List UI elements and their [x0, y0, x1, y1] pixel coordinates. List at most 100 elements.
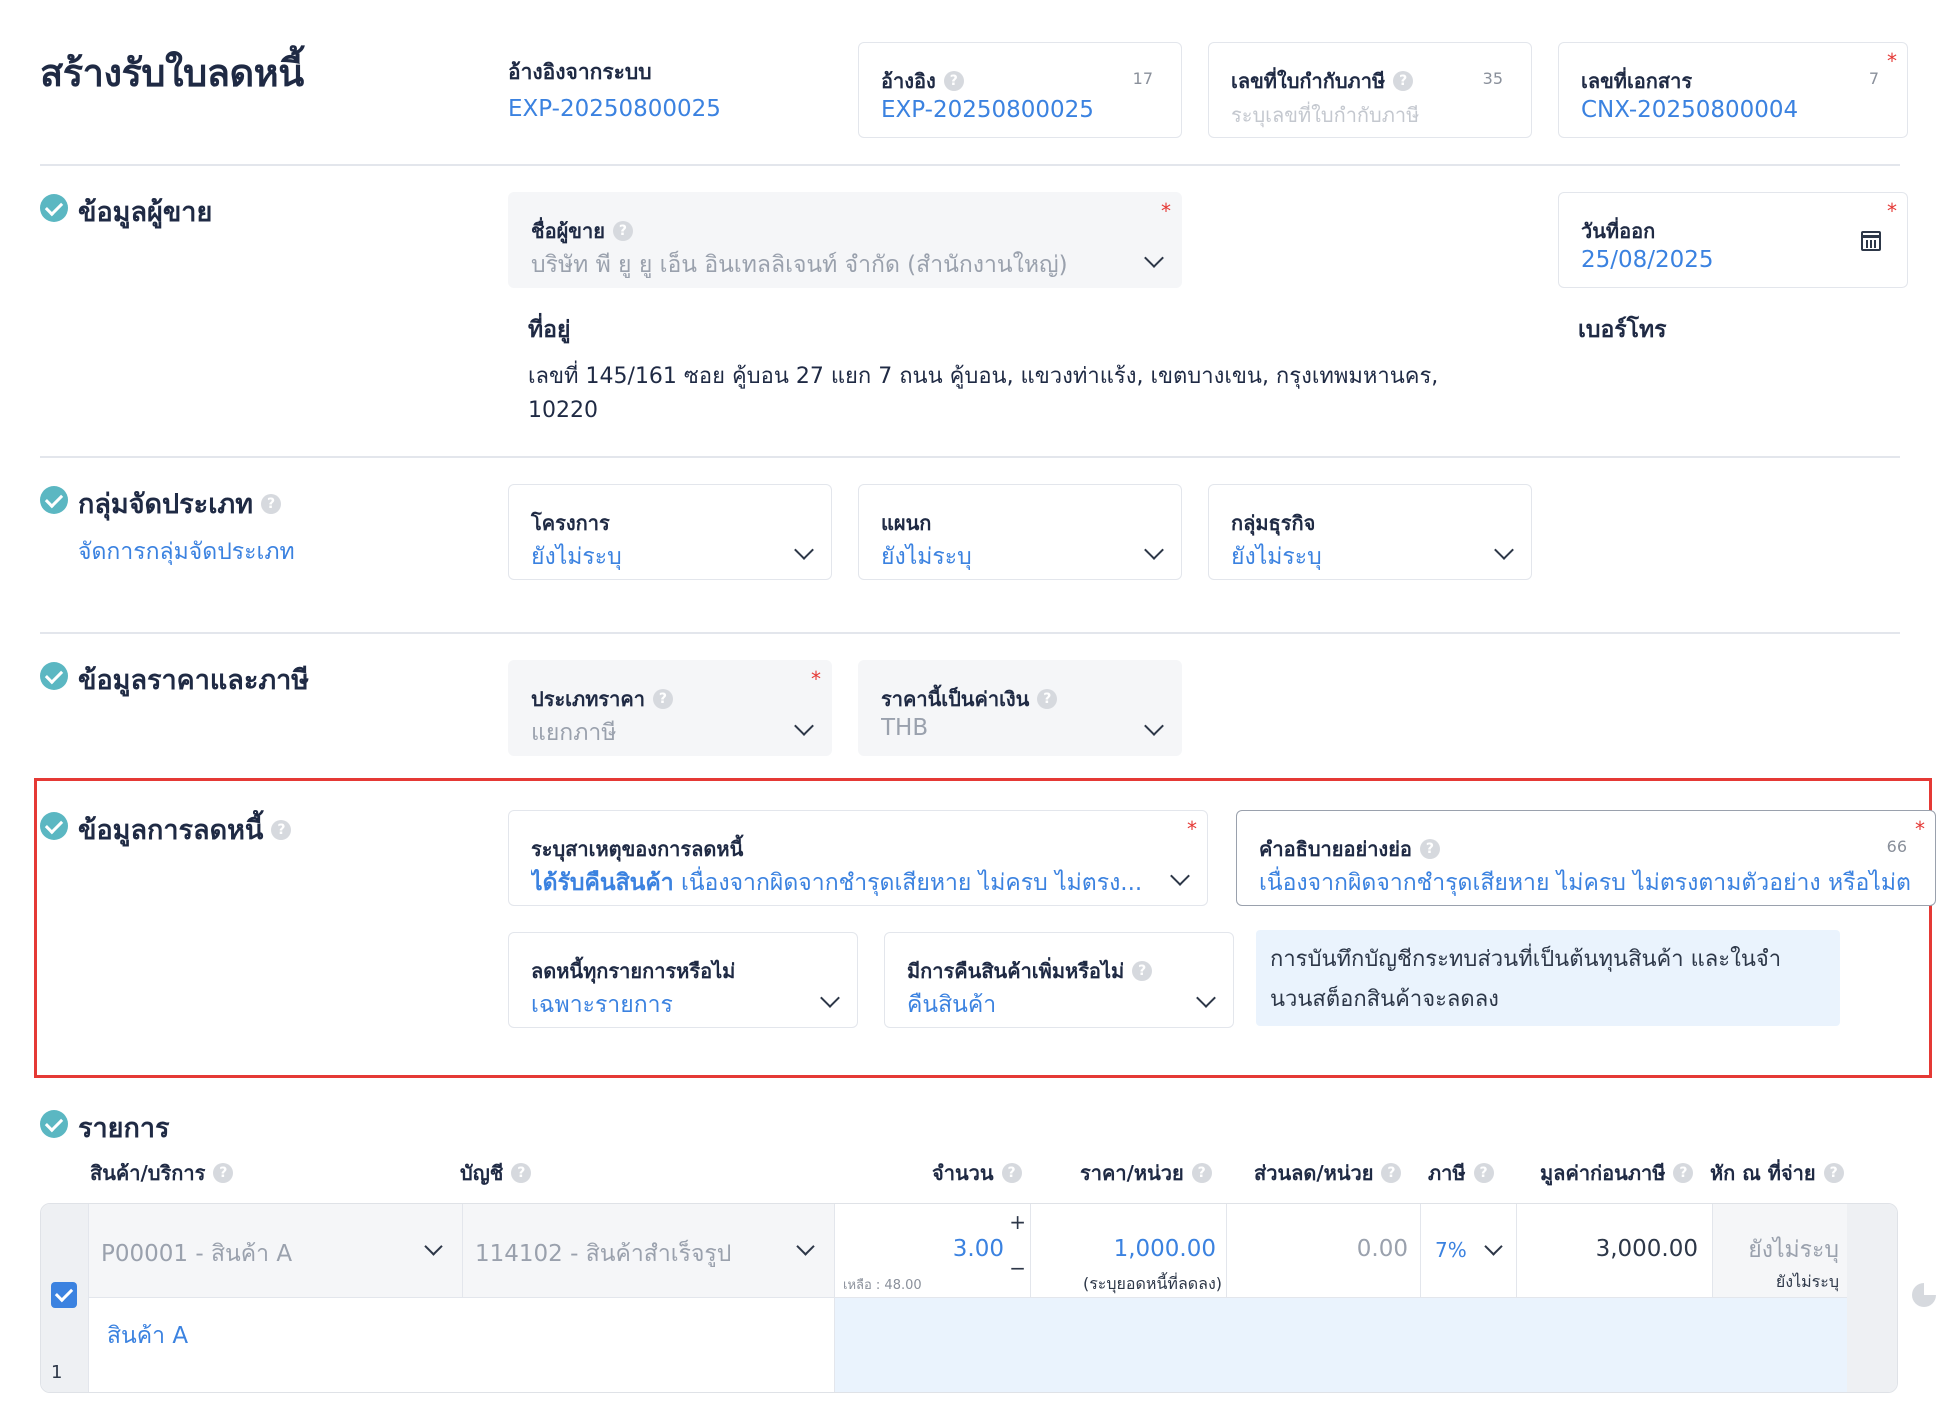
- document-no-count: 7: [1868, 69, 1879, 88]
- qty-cell[interactable]: 3.00 + − เหลือ : 48.00: [835, 1204, 1031, 1298]
- seller-name-value: บริษัท พี ยู ยู เอ็น อินเทลลิเจนท์ จำกัด…: [531, 252, 1068, 278]
- project-select[interactable]: โครงการ ยังไม่ระบุ: [508, 484, 832, 580]
- account-cell[interactable]: 114102 - สินค้าสำเร็จรูป: [463, 1204, 835, 1298]
- divider: [40, 456, 1900, 458]
- check-circle-icon: [40, 662, 68, 690]
- minus-icon[interactable]: −: [1009, 1256, 1026, 1280]
- discount-cell[interactable]: 0.00: [1227, 1204, 1421, 1298]
- help-icon[interactable]: ?: [1037, 689, 1058, 709]
- help-icon[interactable]: ?: [652, 689, 673, 709]
- short-description-input[interactable]: เนื่องจากผิดจากชำรุดเสียหาย ไม่ครบ ไม่ตร…: [1259, 865, 1915, 901]
- department-value: ยังไม่ระบุ: [881, 544, 972, 570]
- document-no-field[interactable]: เลขที่เอกสาร 7 * CNX-20250800004: [1558, 42, 1908, 138]
- col-wht: หัก ณ ที่จ่าย?: [1710, 1157, 1844, 1189]
- chevron-down-icon[interactable]: [1144, 248, 1164, 268]
- help-icon[interactable]: ?: [1823, 1163, 1844, 1183]
- help-icon[interactable]: ?: [213, 1163, 234, 1183]
- credit-reason-select[interactable]: ระบุสาเหตุของการลดหนี้ * ได้รับคืนสินค้า…: [508, 810, 1208, 906]
- chevron-down-icon[interactable]: [1144, 716, 1164, 736]
- help-icon[interactable]: ?: [271, 819, 292, 840]
- items-section-title: รายการ: [78, 1113, 170, 1144]
- col-product: สินค้า/บริการ?: [90, 1157, 234, 1189]
- help-icon[interactable]: ?: [1381, 1163, 1402, 1183]
- chevron-down-icon[interactable]: [794, 716, 814, 736]
- unit-price-cell[interactable]: 1,000.00 (ระบุยอดหนี้ที่ลดลง): [1031, 1204, 1227, 1298]
- seller-section-title: ข้อมูลผู้ขาย: [78, 197, 213, 228]
- chevron-down-icon[interactable]: [1484, 1237, 1503, 1256]
- all-items-label: ลดหนี้ทุกรายการหรือไม่: [531, 959, 736, 983]
- wht-cell[interactable]: ยังไม่ระบุ ยังไม่ระบุ: [1713, 1204, 1847, 1298]
- check-circle-icon: [40, 1110, 68, 1138]
- help-icon[interactable]: ?: [1001, 1163, 1022, 1183]
- manage-classification-link[interactable]: จัดการกลุ่มจัดประเภท: [78, 534, 295, 570]
- currency-select[interactable]: ราคานี้เป็นค่าเงิน? THB: [858, 660, 1182, 756]
- col-account: บัญชี?: [460, 1157, 532, 1189]
- help-icon[interactable]: ?: [1673, 1163, 1694, 1183]
- currency-value: THB: [881, 715, 929, 741]
- issue-date-value[interactable]: 25/08/2025: [1581, 247, 1714, 273]
- document-no-value[interactable]: CNX-20250800004: [1581, 97, 1798, 123]
- required-mark: *: [1887, 199, 1897, 223]
- chevron-down-icon[interactable]: [1170, 866, 1190, 886]
- col-unit-price: ราคา/หน่วย?: [1080, 1157, 1212, 1189]
- reference-field[interactable]: อ้างอิง? 17 EXP-20250800025: [858, 42, 1182, 138]
- help-icon[interactable]: ?: [261, 493, 282, 514]
- chevron-down-icon[interactable]: [1494, 540, 1514, 560]
- row-checkbox[interactable]: [51, 1282, 77, 1308]
- chevron-down-icon[interactable]: [794, 540, 814, 560]
- qty-remaining: เหลือ : 48.00: [843, 1278, 922, 1293]
- unit-price-value[interactable]: 1,000.00: [1114, 1236, 1216, 1262]
- tax-cell[interactable]: 7%: [1421, 1204, 1517, 1298]
- required-mark: *: [1887, 49, 1897, 73]
- phone-label: เบอร์โทร: [1578, 317, 1667, 343]
- product-cell[interactable]: P00001 - สินค้า A: [89, 1204, 463, 1298]
- unit-price-note: (ระบุยอดหนี้ที่ลดลง): [1082, 1274, 1222, 1293]
- seller-name-select[interactable]: ชื่อผู้ขาย? * บริษัท พี ยู ยู เอ็น อินเท…: [508, 192, 1182, 288]
- chevron-down-icon[interactable]: [820, 988, 840, 1008]
- discount-value[interactable]: 0.00: [1357, 1236, 1408, 1262]
- description-value[interactable]: สินค้า A: [107, 1318, 188, 1354]
- required-mark: *: [1161, 199, 1171, 223]
- reference-label: อ้างอิง: [881, 69, 936, 93]
- calendar-icon[interactable]: [1861, 231, 1881, 251]
- row-actions: [1847, 1204, 1897, 1392]
- product-value: P00001 - สินค้า A: [101, 1241, 293, 1267]
- help-icon[interactable]: ?: [1393, 71, 1414, 91]
- help-icon[interactable]: ?: [1132, 961, 1153, 981]
- system-ref-link[interactable]: EXP-20250800025: [508, 96, 721, 122]
- help-icon[interactable]: ?: [511, 1163, 532, 1183]
- all-items-select[interactable]: ลดหนี้ทุกรายการหรือไม่ เฉพาะรายการ: [508, 932, 858, 1028]
- tax-value: 7%: [1435, 1238, 1467, 1262]
- pie-chart-icon[interactable]: [1912, 1283, 1936, 1307]
- help-icon[interactable]: ?: [1191, 1163, 1212, 1183]
- department-select[interactable]: แผนก ยังไม่ระบุ: [858, 484, 1182, 580]
- row-index: 1: [51, 1362, 63, 1383]
- help-icon[interactable]: ?: [612, 221, 633, 241]
- tax-invoice-input[interactable]: ระบุเลขที่ใบกำกับภาษี: [1231, 99, 1419, 131]
- help-icon[interactable]: ?: [1419, 839, 1440, 859]
- price-type-select[interactable]: ประเภทราคา? * แยกภาษี: [508, 660, 832, 756]
- return-goods-select[interactable]: มีการคืนสินค้าเพิ่มหรือไม่? คืนสินค้า: [884, 932, 1234, 1028]
- help-icon[interactable]: ?: [943, 71, 964, 91]
- address-label: ที่อยู่: [528, 317, 571, 343]
- pretax-value: 3,000.00: [1595, 1236, 1698, 1262]
- chevron-down-icon[interactable]: [424, 1237, 443, 1256]
- price-type-value: แยกภาษี: [531, 720, 617, 746]
- reference-value[interactable]: EXP-20250800025: [881, 97, 1094, 123]
- chevron-down-icon[interactable]: [1144, 540, 1164, 560]
- chevron-down-icon[interactable]: [796, 1237, 815, 1256]
- plus-icon[interactable]: +: [1009, 1210, 1026, 1234]
- help-icon[interactable]: ?: [1473, 1163, 1494, 1183]
- divider: [40, 632, 1900, 634]
- required-mark: *: [811, 667, 821, 691]
- description-cell[interactable]: สินค้า A: [89, 1298, 835, 1392]
- system-ref-label: อ้างอิงจากระบบ: [508, 60, 652, 84]
- issue-date-field[interactable]: วันที่ออก * 25/08/2025: [1558, 192, 1908, 288]
- tax-invoice-field[interactable]: เลขที่ใบกำกับภาษี? 35 ระบุเลขที่ใบกำกับภ…: [1208, 42, 1532, 138]
- business-group-select[interactable]: กลุ่มธุรกิจ ยังไม่ระบุ: [1208, 484, 1532, 580]
- chevron-down-icon[interactable]: [1196, 988, 1216, 1008]
- short-description-field[interactable]: คำอธิบายอย่างย่อ? 66 * เนื่องจากผิดจากชำ…: [1236, 810, 1936, 906]
- page-title: สร้างรับใบลดหนี้: [40, 51, 304, 95]
- currency-label: ราคานี้เป็นค่าเงิน: [881, 687, 1030, 711]
- qty-value[interactable]: 3.00: [953, 1236, 1004, 1262]
